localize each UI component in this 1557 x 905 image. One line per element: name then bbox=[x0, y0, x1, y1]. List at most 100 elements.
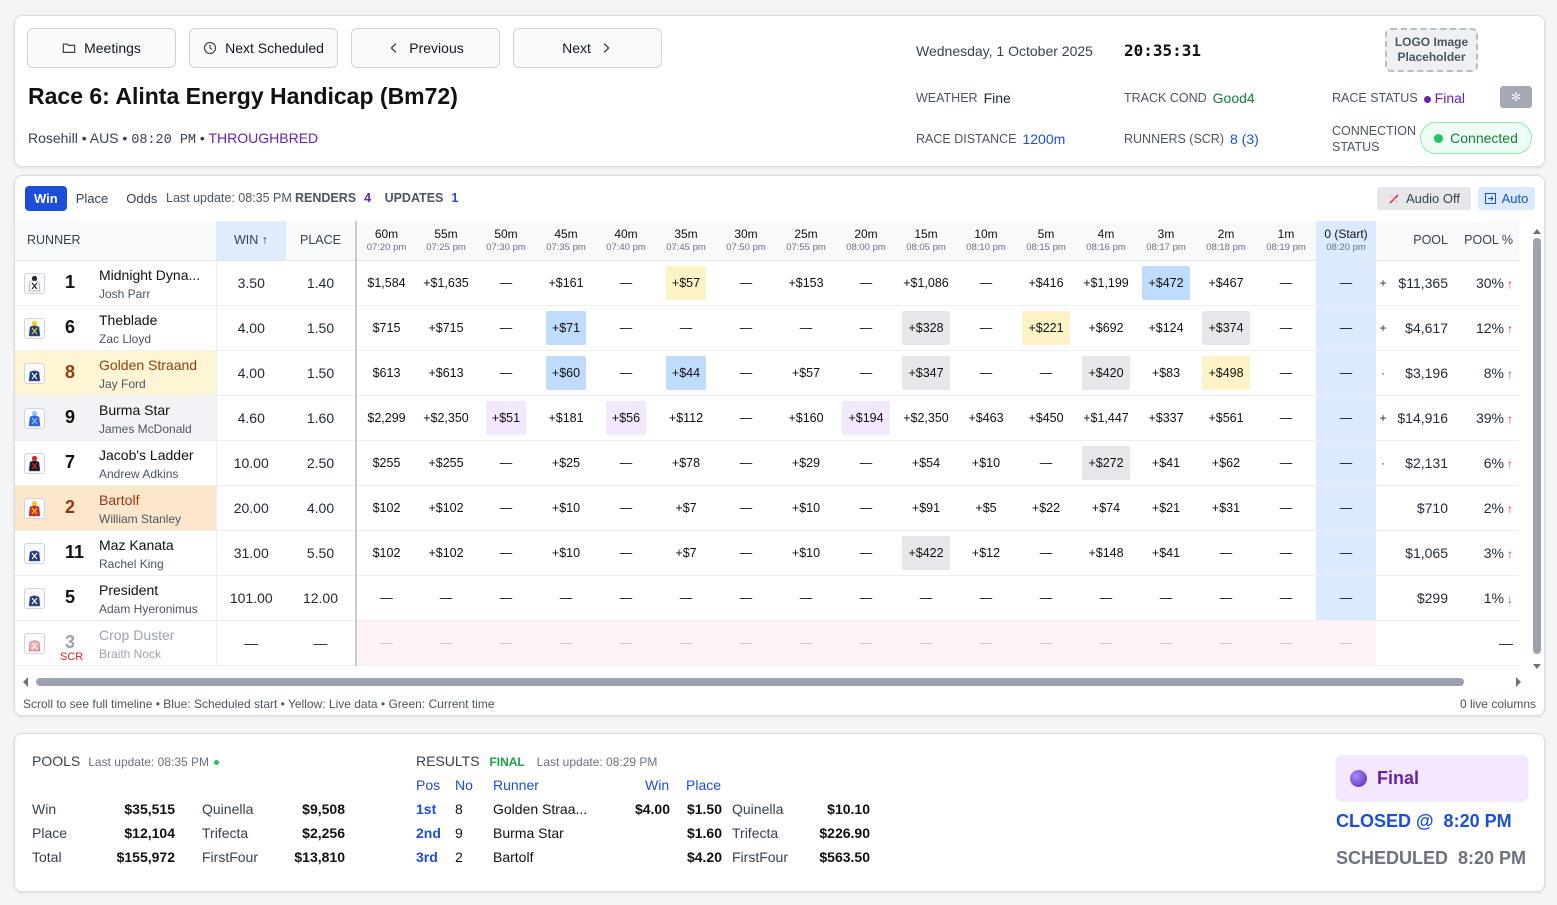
col-time-6: 30m 07:50 pm bbox=[716, 221, 776, 261]
timeline-value: +$422 bbox=[902, 535, 950, 570]
timeline-cell: +$221 bbox=[1016, 305, 1076, 351]
timeline-cell: — bbox=[1316, 485, 1376, 531]
timeline-value: +$1,199 bbox=[1083, 275, 1129, 290]
timeline-value: +$328 bbox=[902, 310, 950, 345]
col-pool-pct[interactable]: POOL % bbox=[1454, 221, 1519, 261]
col-time-label: 55m bbox=[434, 227, 458, 242]
timeline-value: — bbox=[679, 635, 693, 650]
timeline-cell: +$21 bbox=[1136, 485, 1196, 531]
horizontal-scrollbar[interactable] bbox=[22, 676, 1527, 688]
exotic-pool-name: FirstFour bbox=[202, 849, 258, 865]
timeline-cell: — bbox=[1256, 305, 1316, 351]
timeline-value: +$498 bbox=[1202, 355, 1250, 390]
result-exotic-name: FirstFour bbox=[732, 849, 788, 865]
jockey-name: Jay Ford bbox=[99, 376, 146, 391]
timeline-cell: — bbox=[356, 575, 416, 621]
timeline-value: — bbox=[619, 545, 633, 560]
timeline-cell: — bbox=[476, 305, 536, 351]
col-time-clock: 08:16 pm bbox=[1086, 242, 1126, 254]
col-win[interactable]: WIN ↑ bbox=[216, 221, 286, 261]
timeline-value: +$29 bbox=[791, 455, 821, 470]
timeline-cell: +$255 bbox=[416, 440, 476, 486]
timeline-cell: — bbox=[656, 620, 716, 666]
runner-number: 6 bbox=[65, 316, 76, 337]
runner-cell: 3 SCR Crop Duster Braith Nock bbox=[15, 620, 216, 666]
runner-row[interactable]: 8 Golden Straand Jay Ford 4.00 1.50 $613 +$613… bbox=[15, 350, 1519, 396]
trend-up-icon: ↑ bbox=[1507, 366, 1513, 381]
tab-place[interactable]: Place bbox=[67, 186, 118, 211]
timeline-cell: — bbox=[836, 485, 896, 531]
trend-up-icon: ↑ bbox=[1507, 276, 1513, 291]
timeline-cell: +$10 bbox=[536, 530, 596, 576]
audio-toggle-button[interactable]: Audio Off bbox=[1377, 187, 1471, 210]
runner-row[interactable]: 6 Theblade Zac Lloyd 4.00 1.50 $715 +$715 — +$71… bbox=[15, 305, 1519, 351]
col-pool[interactable]: POOL bbox=[1390, 221, 1454, 261]
tab-odds[interactable]: Odds bbox=[117, 186, 166, 211]
timeline-value: — bbox=[739, 635, 753, 650]
runner-row[interactable]: 3 SCR Crop Duster Braith Nock — — — — — — — — — — — — — —… bbox=[15, 620, 1519, 666]
timeline-cell: — bbox=[656, 575, 716, 621]
result-exotic-dividend: $10.10 bbox=[827, 801, 870, 817]
runner-name: Midnight Dyna... bbox=[99, 266, 201, 283]
col-time-15: 1m 08:19 pm bbox=[1256, 221, 1316, 261]
timeline-value: +$272 bbox=[1082, 445, 1130, 480]
next-scheduled-button[interactable]: Next Scheduled bbox=[189, 28, 338, 68]
timeline-cell: +$10 bbox=[536, 485, 596, 531]
timeline-cell: — bbox=[1256, 350, 1316, 396]
timeline-value: — bbox=[859, 455, 873, 470]
col-time-5: 35m 07:45 pm bbox=[656, 221, 716, 261]
timeline-value: +$10 bbox=[551, 545, 581, 560]
race-status-field: RACE STATUS Final bbox=[1332, 90, 1465, 106]
timeline-value: +$221 bbox=[1022, 310, 1070, 345]
result-place-dividend: $1.60 bbox=[686, 825, 722, 841]
timeline-value: — bbox=[1219, 545, 1233, 560]
pool-percent-cell: 6% ↑ bbox=[1454, 440, 1519, 486]
timeline-cell: $1,584 bbox=[356, 260, 416, 306]
vertical-scrollbar[interactable] bbox=[1532, 228, 1542, 670]
renders-count: 4 bbox=[364, 191, 372, 205]
connection-label: CONNECTION STATUS bbox=[1332, 124, 1417, 154]
connection-value: Connected bbox=[1450, 130, 1518, 146]
timeline-value: +$1,086 bbox=[903, 275, 949, 290]
runner-row[interactable]: 9 Burma Star James McDonald 4.60 1.60 $2,299 +… bbox=[15, 395, 1519, 441]
next-button[interactable]: Next bbox=[513, 28, 662, 68]
timeline-value: +$83 bbox=[1151, 365, 1181, 380]
result-place-dividend: $4.20 bbox=[686, 849, 722, 865]
timeline-cell: +$10 bbox=[956, 440, 1016, 486]
timeline-cell: — bbox=[1316, 350, 1376, 396]
meetings-button[interactable]: Meetings bbox=[27, 28, 176, 68]
col-time-label: 45m bbox=[554, 227, 578, 242]
runners-field: RUNNERS (SCR) 8 (3) bbox=[1124, 131, 1259, 147]
result-exotic-dividend: $226.90 bbox=[819, 825, 870, 841]
timeline-value: — bbox=[1279, 590, 1293, 605]
settings-button[interactable]: ✻ bbox=[1500, 86, 1532, 108]
timeline-cell: +$498 bbox=[1196, 350, 1256, 396]
col-time-label: 10m bbox=[974, 227, 998, 242]
timeline-cell: — bbox=[1196, 530, 1256, 576]
result-exotic-name: Quinella bbox=[732, 801, 784, 817]
col-place[interactable]: PLACE bbox=[286, 221, 357, 261]
col-time-clock: 07:55 pm bbox=[786, 242, 826, 254]
race-status-text: Final bbox=[1434, 90, 1466, 106]
runner-row[interactable]: 2 Bartolf William Stanley 20.00 4.00 $102 +$10… bbox=[15, 485, 1519, 531]
timeline-value: — bbox=[499, 635, 513, 650]
timeline-cell: — bbox=[1016, 440, 1076, 486]
timeline-value: +$22 bbox=[1031, 500, 1061, 515]
auto-scroll-button[interactable]: Auto bbox=[1478, 187, 1535, 210]
runner-row[interactable]: 5 President Adam Hyeronimus 101.00 12.00 — — — —… bbox=[15, 575, 1519, 621]
timeline-value: +$463 bbox=[968, 410, 1004, 425]
jockey-silk-icon bbox=[24, 542, 45, 564]
tab-win[interactable]: Win bbox=[25, 186, 67, 211]
runner-row[interactable]: 1 Midnight Dyna... Josh Parr 3.50 1.40 $1,584… bbox=[15, 260, 1519, 306]
timeline-cell: — bbox=[836, 530, 896, 576]
result-exotic-name: Trifecta bbox=[732, 825, 779, 841]
timeline-cell: +$467 bbox=[1196, 260, 1256, 306]
timeline-value: +$561 bbox=[1208, 410, 1244, 425]
col-time-clock: 08:10 pm bbox=[966, 242, 1006, 254]
runner-row[interactable]: 11 Maz Kanata Rachel King 31.00 5.50 $102 +$10… bbox=[15, 530, 1519, 576]
col-runner[interactable]: RUNNER bbox=[15, 221, 216, 261]
previous-button[interactable]: Previous bbox=[351, 28, 500, 68]
runner-row[interactable]: 7 Jacob's Ladder Andrew Adkins 10.00 2.50 $25… bbox=[15, 440, 1519, 486]
pool-percent: 12% bbox=[1475, 319, 1504, 336]
result-position: 1st bbox=[416, 801, 437, 817]
